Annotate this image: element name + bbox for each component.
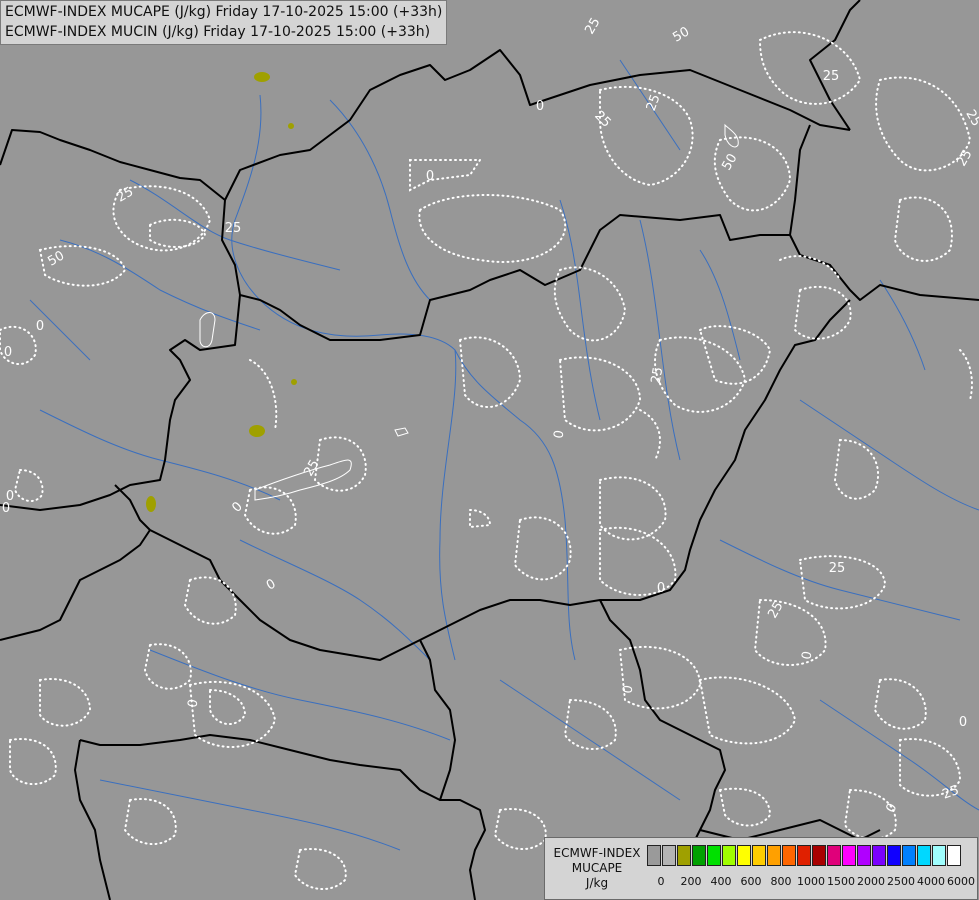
legend-swatch (647, 845, 661, 866)
legend-swatch (902, 845, 916, 866)
contour-label: 0 (426, 169, 434, 184)
legend-swatch (797, 845, 811, 866)
legend-swatch (737, 845, 751, 866)
legend-tick-label: 6000 (947, 875, 975, 888)
legend-title-param: MUCAPE (571, 861, 623, 875)
contour-label: 25 (649, 366, 667, 385)
legend-swatch (752, 845, 766, 866)
legend-tick-label: 200 (680, 875, 702, 888)
title-line-mucin: ECMWF-INDEX MUCIN (J/kg) Friday 17-10-20… (5, 24, 431, 40)
legend-tick-label: 2500 (887, 875, 915, 888)
legend-title: ECMWF-INDEX MUCAPE J/kg (549, 846, 645, 891)
contour-label: 25 (829, 561, 846, 576)
legend-swatch (857, 845, 871, 866)
legend-swatch (767, 845, 781, 866)
contour-label: 0 (4, 345, 12, 360)
title-line-mucape: ECMWF-INDEX MUCAPE (J/kg) Friday 17-10-2… (5, 4, 443, 20)
legend-tick-label: 400 (710, 875, 732, 888)
legend-swatch (947, 845, 961, 866)
legend-swatch (932, 845, 946, 866)
legend-swatch (782, 845, 796, 866)
map-title: ECMWF-INDEX MUCAPE (J/kg) Friday 17-10-2… (0, 0, 448, 45)
contour-label: 0 (36, 319, 44, 334)
contour-label: 0 (536, 99, 544, 114)
legend-swatch (812, 845, 826, 866)
legend-swatch (872, 845, 886, 866)
legend-tick-label: 4000 (917, 875, 945, 888)
legend-tick-label: 0 (657, 875, 665, 888)
legend-tick-label: 800 (770, 875, 792, 888)
mucape-map: 25 50252525025255005025025000252500000250… (0, 0, 979, 900)
legend-tick-label: 2000 (857, 875, 885, 888)
legend-tick-label: 1000 (797, 875, 825, 888)
legend-swatch (827, 845, 841, 866)
contour-label: 25 (823, 69, 840, 84)
contour-label: 0 (657, 581, 665, 596)
contour-label: 0 (959, 715, 967, 730)
legend-swatch (707, 845, 721, 866)
legend-tick-label: 1500 (827, 875, 855, 888)
legend-color-bar (647, 845, 962, 866)
legend-swatch (887, 845, 901, 866)
legend-swatch (722, 845, 736, 866)
legend-title-model: ECMWF-INDEX (553, 846, 641, 860)
legend-swatch (692, 845, 706, 866)
contour-label: 0 (2, 501, 10, 516)
legend-swatch (917, 845, 931, 866)
contour-label: 25 (225, 221, 242, 236)
legend-tick-label: 600 (740, 875, 762, 888)
legend-swatch (677, 845, 691, 866)
legend-title-unit: J/kg (585, 876, 609, 890)
legend-swatch (842, 845, 856, 866)
legend-swatch (662, 845, 676, 866)
color-legend: ECMWF-INDEX MUCAPE J/kg 0 200 400 600 800 100… (544, 837, 978, 900)
